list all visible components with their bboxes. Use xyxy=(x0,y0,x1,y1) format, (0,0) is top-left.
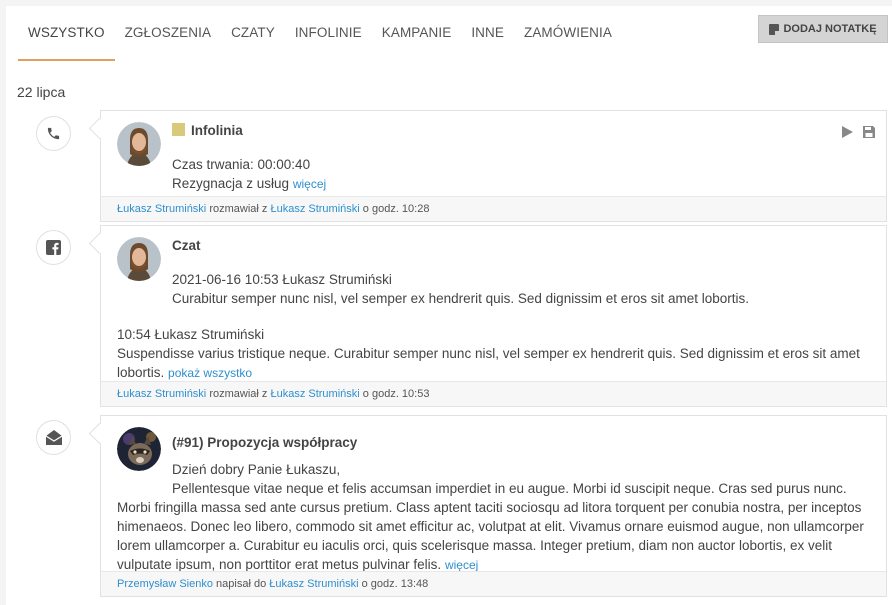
card-title: (#91) Propozycja współpracy xyxy=(172,435,358,450)
card-footer: Łukasz Strumiński rozmawiał z Łukasz Str… xyxy=(101,196,886,221)
show-all-link[interactable]: pokaż wszystko xyxy=(168,366,252,380)
message-header: 10:54 Łukasz Strumiński xyxy=(117,327,265,342)
user-link[interactable]: Łukasz Strumiński xyxy=(117,388,206,400)
call-card: Infolinia Czas trwania: 00:00:40 Rezygna… xyxy=(100,110,887,222)
save-icon[interactable] xyxy=(862,125,876,139)
card-title: Czat xyxy=(172,238,201,253)
date-heading: 22 lipca xyxy=(17,84,66,100)
email-text: Pellentesque vitae neque et felis accums… xyxy=(172,481,847,496)
tab-tickets[interactable]: ZGŁOSZENIA xyxy=(115,20,222,61)
tab-other[interactable]: INNE xyxy=(461,20,514,61)
call-reason: Rezygnacja z usług więcej xyxy=(172,176,327,191)
email-card: (#91) Propozycja współpracy Dzień dobry … xyxy=(100,415,887,597)
play-icon[interactable] xyxy=(840,125,854,139)
user-link[interactable]: Przemysław Sienko xyxy=(117,578,213,590)
user-link[interactable]: Łukasz Strumiński xyxy=(117,203,206,215)
message-text: Curabitur semper nunc nisl, vel semper e… xyxy=(172,291,749,306)
message-header: 2021-06-16 10:53 Łukasz Strumiński xyxy=(172,272,392,287)
facebook-icon xyxy=(36,230,71,265)
call-duration: Czas trwania: 00:00:40 xyxy=(172,157,311,172)
tab-orders[interactable]: ZAMÓWIENIA xyxy=(514,20,622,61)
message-text: Suspendisse varius tristique neque. Cura… xyxy=(117,346,860,380)
add-note-button[interactable]: DODAJ NOTATKĘ xyxy=(758,15,888,43)
card-footer: Przemysław Sienko napisał do Łukasz Stru… xyxy=(101,571,886,596)
avatar xyxy=(117,427,161,471)
more-link[interactable]: więcej xyxy=(445,558,478,572)
phone-icon xyxy=(36,116,71,151)
avatar xyxy=(117,237,161,281)
tab-bar: WSZYSTKO ZGŁOSZENIA CZATY INFOLINIE KAMP… xyxy=(18,20,622,61)
card-footer: Łukasz Strumiński rozmawiał z Łukasz Str… xyxy=(101,381,886,406)
user-link[interactable]: Łukasz Strumiński xyxy=(269,578,358,590)
email-text: Morbi fringilla massa sed ante cursus pr… xyxy=(117,500,864,572)
card-title: Infolinia xyxy=(172,123,243,138)
user-link[interactable]: Łukasz Strumiński xyxy=(270,203,359,215)
tab-all[interactable]: WSZYSTKO xyxy=(18,20,115,61)
tab-hotlines[interactable]: INFOLINIE xyxy=(285,20,372,61)
avatar xyxy=(117,122,161,166)
more-link[interactable]: więcej xyxy=(293,177,326,191)
tab-chats[interactable]: CZATY xyxy=(221,20,285,61)
add-note-label: DODAJ NOTATKĘ xyxy=(783,23,877,35)
tab-campaigns[interactable]: KAMPANIE xyxy=(372,20,462,61)
envelope-open-icon xyxy=(36,420,71,455)
email-greeting: Dzień dobry Panie Łukaszu, xyxy=(172,462,341,477)
page: WSZYSTKO ZGŁOSZENIA CZATY INFOLINIE KAMP… xyxy=(6,6,892,605)
note-icon xyxy=(769,23,780,35)
call-actions xyxy=(840,125,876,139)
infolinia-badge xyxy=(172,123,185,136)
chat-card: Czat 2021-06-16 10:53 Łukasz Strumiński … xyxy=(100,225,887,407)
user-link[interactable]: Łukasz Strumiński xyxy=(270,388,359,400)
